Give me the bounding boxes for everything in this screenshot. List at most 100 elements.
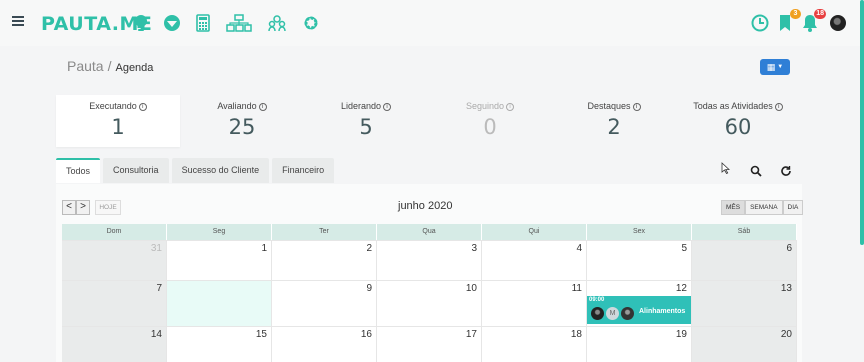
stat-destaques[interactable]: Destaques i 2 <box>552 95 676 147</box>
stat-value: 60 <box>724 115 752 139</box>
day-number: 16 <box>360 329 372 340</box>
stat-value: 0 <box>483 115 497 139</box>
calendar-icon: ▦ <box>766 61 776 72</box>
weekday-label: Sex <box>587 224 692 240</box>
calendar-week: 31 1 2 3 4 5 6 <box>62 240 797 280</box>
calendar-event[interactable]: 09:00 M Alinhamentos <box>587 296 691 324</box>
day-number: 10 <box>465 283 477 294</box>
day-number: 5 <box>681 243 687 254</box>
day-cell[interactable]: 4 <box>482 241 587 280</box>
tab-consultoria[interactable]: Consultoria <box>103 158 169 183</box>
day-cell[interactable]: 16 <box>272 327 377 362</box>
stat-label: Destaques <box>587 101 631 111</box>
day-cell[interactable]: 10 <box>377 281 482 326</box>
stats-row: Executando i 1 Avaliando i 25 Liderando i 5… <box>56 95 800 147</box>
calendar-grid: Dom Seg Ter Qua Qui Sex Sáb 31 1 2 3 4 5… <box>62 224 797 362</box>
clock-icon[interactable] <box>750 13 770 33</box>
day-number: 18 <box>570 329 582 340</box>
view-month-button[interactable]: MÊS <box>721 200 746 215</box>
user-avatar[interactable] <box>830 15 846 31</box>
day-cell[interactable]: 12 09:00 M Alinhamentos <box>587 281 692 326</box>
day-cell[interactable]: 19 <box>587 327 692 362</box>
day-number: 15 <box>255 329 267 340</box>
day-cell[interactable]: 14 <box>62 327 167 362</box>
chevron-down-icon: ▼ <box>777 64 784 70</box>
day-cell[interactable]: 20 <box>692 327 797 362</box>
stat-executando[interactable]: Executando i 1 <box>56 95 180 147</box>
today-button[interactable]: HOJE <box>95 200 121 215</box>
stat-liderando[interactable]: Liderando i 5 <box>304 95 428 147</box>
weekday-label: Qua <box>377 224 482 240</box>
view-day-button[interactable]: DIA <box>782 200 804 215</box>
top-bar: PAUTA.ME 3 18 <box>0 0 864 46</box>
bookmark-icon[interactable]: 3 <box>775 9 801 33</box>
day-cell[interactable]: 18 <box>482 327 587 362</box>
info-icon: i <box>632 103 641 111</box>
day-number: 1 <box>261 243 267 254</box>
calendar-title: junho 2020 <box>398 200 453 212</box>
day-number: 2 <box>366 243 372 254</box>
stat-avaliando[interactable]: Avaliando i 25 <box>180 95 304 147</box>
users-icon[interactable] <box>267 13 287 33</box>
day-number: 7 <box>156 283 162 294</box>
event-avatar-initial: M <box>606 307 619 320</box>
day-cell[interactable]: 31 <box>62 241 167 280</box>
stat-value: 25 <box>228 115 256 139</box>
next-month-button[interactable]: > <box>76 200 90 215</box>
day-cell[interactable]: 13 <box>692 281 797 326</box>
org-chart-icon[interactable] <box>226 13 252 33</box>
tab-sucesso-do-cliente[interactable]: Sucesso do Cliente <box>171 158 270 183</box>
weekday-label: Seg <box>167 224 272 240</box>
hamburger-menu-icon[interactable] <box>12 16 24 28</box>
day-number: 31 <box>150 243 162 254</box>
day-cell[interactable]: 15 <box>167 327 272 362</box>
stat-value: 5 <box>359 115 373 139</box>
tab-todos[interactable]: Todos <box>56 158 101 183</box>
stat-label: Seguindo <box>465 101 505 111</box>
weekday-label: Sáb <box>692 224 797 240</box>
day-cell[interactable]: 7 <box>62 281 167 326</box>
calendar-week: 14 15 16 17 18 19 20 <box>62 326 797 362</box>
breadcrumb-separator: / <box>107 58 112 74</box>
day-cell[interactable]: 9 <box>272 281 377 326</box>
event-avatar <box>621 307 634 320</box>
search-icon[interactable] <box>749 164 763 178</box>
bell-icon[interactable]: 18 <box>800 9 826 33</box>
shield-icon[interactable] <box>162 13 182 33</box>
stat-label: Executando <box>89 101 137 111</box>
calculator-icon[interactable] <box>193 13 213 33</box>
day-number: 4 <box>576 243 582 254</box>
weekday-label: Qui <box>482 224 587 240</box>
day-cell[interactable]: 17 <box>377 327 482 362</box>
day-cell-today[interactable]: 8 <box>167 281 272 326</box>
stat-seguindo[interactable]: Seguindo i 0 <box>428 95 552 147</box>
stat-label: Avaliando <box>217 101 257 111</box>
day-cell[interactable]: 2 <box>272 241 377 280</box>
tab-financeiro[interactable]: Financeiro <box>272 158 335 183</box>
event-label: Alinhamentos <box>639 308 686 315</box>
stat-value: 1 <box>111 115 125 139</box>
day-cell[interactable]: 3 <box>377 241 482 280</box>
day-number: 14 <box>150 329 162 340</box>
breadcrumb: Pauta / Agenda <box>56 52 800 80</box>
stat-label: Liderando <box>340 101 382 111</box>
calendar-dropdown-button[interactable]: ▦ ▼ <box>760 59 790 75</box>
info-icon: i <box>258 103 267 111</box>
view-week-button[interactable]: SEMANA <box>745 200 783 215</box>
stat-label: Todas as Atividades <box>693 101 773 111</box>
day-cell[interactable]: 1 <box>167 241 272 280</box>
gear-icon[interactable] <box>301 13 321 33</box>
lightbulb-icon[interactable] <box>131 13 151 33</box>
scrollbar[interactable] <box>860 0 864 245</box>
refresh-icon[interactable] <box>779 164 793 178</box>
day-cell[interactable]: 6 <box>692 241 797 280</box>
breadcrumb-root[interactable]: Pauta <box>67 58 104 74</box>
day-number: 9 <box>366 283 372 294</box>
info-icon: i <box>383 103 392 111</box>
calendar-nav: < > <box>62 200 90 215</box>
prev-month-button[interactable]: < <box>62 200 76 215</box>
bell-badge: 18 <box>814 9 826 19</box>
stat-todas-atividades[interactable]: Todas as Atividades i 60 <box>676 95 800 147</box>
day-cell[interactable]: 11 <box>482 281 587 326</box>
day-cell[interactable]: 5 <box>587 241 692 280</box>
